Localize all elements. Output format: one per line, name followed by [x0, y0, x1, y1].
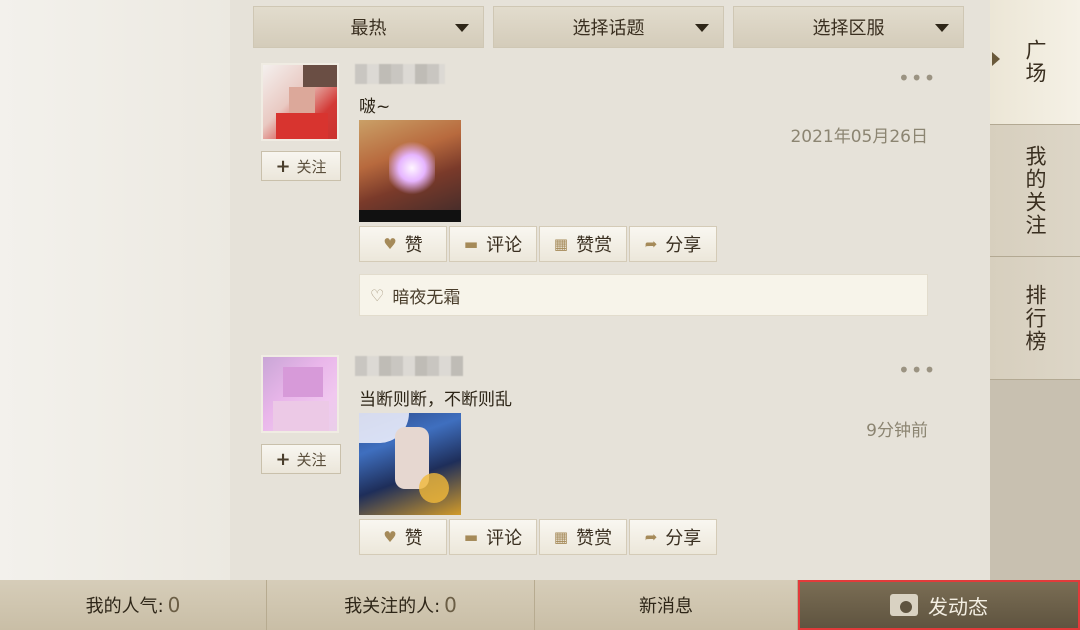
following-label: 我关注的人: [344, 596, 441, 617]
post-text: 当断则断，不断则乱 [359, 390, 512, 410]
heart-outline-icon: ♡ [370, 285, 385, 305]
speech-bubble-icon: ▬ [463, 235, 479, 253]
following-value: 0 [444, 593, 457, 617]
left-background [0, 0, 230, 580]
liked-by-name[interactable]: 暗夜无霜 [392, 283, 460, 308]
heart-icon: ♥ [383, 235, 397, 253]
post-date: 2021年05月26日 [790, 127, 928, 147]
like-button[interactable]: ♥ 赞 [359, 519, 447, 555]
camera-icon [890, 594, 918, 616]
bottom-bar: 我的人气: 0 我关注的人: 0 新消息 发动态 [0, 580, 1080, 630]
side-tab-bar: 广场 我的关注 排行榜 [990, 0, 1080, 580]
feed-panel: 最热 选择话题 选择区服 + 关注 ••• 啵~ 2021年05月26日 ♥赞 [230, 0, 990, 580]
server-filter-label: 选择区服 [812, 18, 885, 39]
popularity-stat: 我的人气: 0 [0, 580, 267, 630]
server-filter-dropdown[interactable]: 选择区服 [733, 6, 964, 48]
more-options-icon[interactable]: ••• [898, 358, 936, 382]
post-image[interactable] [359, 120, 461, 222]
post-image[interactable] [359, 413, 461, 515]
popularity-label: 我的人气: [85, 596, 164, 617]
tab-leaderboard-label: 排行榜 [1023, 283, 1047, 353]
dropdown-arrow-icon [695, 24, 709, 32]
comment-button[interactable]: ▬ 评论 [449, 226, 537, 262]
post-update-label: 发动态 [928, 594, 988, 619]
topic-filter-label: 选择话题 [572, 18, 645, 39]
more-options-icon[interactable]: ••• [898, 66, 936, 90]
reward-button[interactable]: ▦ 赞赏 [539, 226, 627, 262]
tab-my-following-label: 我的关注 [1023, 144, 1047, 237]
dropdown-arrow-icon [935, 24, 949, 32]
gift-icon: ▦ [553, 528, 569, 546]
reward-label: 赞赏 [576, 235, 613, 256]
share-arrow-icon: ➦ [644, 528, 658, 546]
follow-label: 关注 [296, 157, 327, 176]
follow-button[interactable]: + 关注 [261, 151, 341, 181]
reward-button[interactable]: ▦ 赞赏 [539, 519, 627, 555]
likes-bar: ♡ 暗夜无霜 [359, 274, 928, 316]
gift-icon: ▦ [553, 235, 569, 253]
tab-plaza[interactable]: 广场 [990, 0, 1080, 125]
dropdown-arrow-icon [455, 24, 469, 32]
following-stat[interactable]: 我关注的人: 0 [267, 580, 535, 630]
sort-filter-dropdown[interactable]: 最热 [253, 6, 484, 48]
username-blurred[interactable] [355, 64, 445, 84]
topic-filter-dropdown[interactable]: 选择话题 [493, 6, 724, 48]
share-label: 分享 [665, 235, 702, 256]
like-label: 赞 [404, 235, 423, 256]
speech-bubble-icon: ▬ [463, 528, 479, 546]
like-button[interactable]: ♥ 赞 [359, 226, 447, 262]
post-actions: ♥ 赞 ▬ 评论 ▦ 赞赏 ➦ 分享 [359, 519, 717, 555]
sort-filter-label: 最热 [350, 18, 387, 39]
tab-leaderboard[interactable]: 排行榜 [990, 257, 1080, 380]
plus-icon: + [275, 448, 291, 470]
reward-label: 赞赏 [576, 528, 613, 549]
comment-label: 评论 [486, 528, 523, 549]
tab-my-following[interactable]: 我的关注 [990, 125, 1080, 257]
username-blurred[interactable] [355, 356, 463, 376]
share-button[interactable]: ➦ 分享 [629, 226, 717, 262]
heart-icon: ♥ [383, 528, 397, 546]
share-button[interactable]: ➦ 分享 [629, 519, 717, 555]
comment-label: 评论 [486, 235, 523, 256]
new-messages-label: 新消息 [639, 596, 693, 617]
new-messages-button[interactable]: 新消息 [535, 580, 798, 630]
comment-button[interactable]: ▬ 评论 [449, 519, 537, 555]
avatar[interactable] [261, 355, 339, 433]
share-arrow-icon: ➦ [644, 235, 658, 253]
post-date: 9分钟前 [866, 421, 928, 441]
like-label: 赞 [404, 528, 423, 549]
follow-label: 关注 [296, 450, 327, 469]
tab-plaza-label: 广场 [1023, 39, 1047, 85]
plus-icon: + [275, 155, 291, 177]
post-text: 啵~ [359, 97, 391, 117]
post-actions: ♥ 赞 ▬ 评论 ▦ 赞赏 ➦ 分享 [359, 226, 717, 262]
follow-button[interactable]: + 关注 [261, 444, 341, 474]
active-tab-arrow-icon [992, 52, 1000, 66]
post-update-button[interactable]: 发动态 [798, 580, 1080, 630]
share-label: 分享 [665, 528, 702, 549]
avatar[interactable] [261, 63, 339, 141]
popularity-value: 0 [167, 593, 181, 617]
